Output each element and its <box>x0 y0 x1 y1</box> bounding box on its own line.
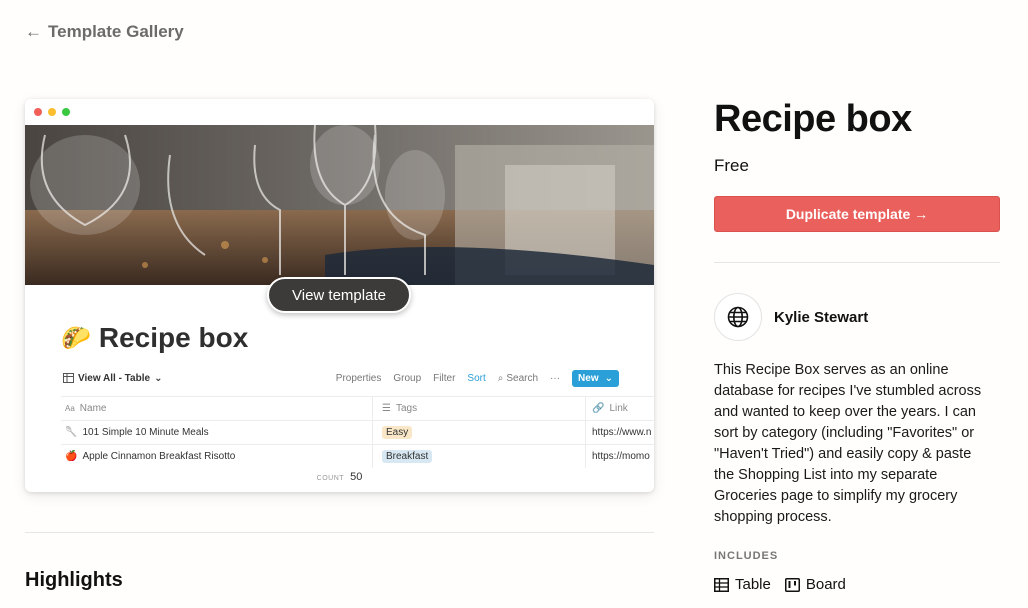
column-header-tags[interactable]: Tags <box>396 403 417 414</box>
chevron-down-icon: ⌄ <box>604 372 613 384</box>
author-name[interactable]: Kylie Stewart <box>774 309 868 326</box>
table-icon <box>714 577 729 592</box>
section-divider <box>25 532 654 533</box>
globe-icon <box>714 293 762 341</box>
row-emoji-icon: 🍎 <box>65 451 78 462</box>
view-selector[interactable]: View All - Table ⌄ <box>63 373 162 384</box>
link-property-icon: 🔗 <box>592 403 605 414</box>
cover-image <box>25 125 654 285</box>
includes-item-board: Board <box>784 576 846 593</box>
view-template-button[interactable]: View template <box>267 277 411 313</box>
template-description: This Recipe Box serves as an online data… <box>714 362 982 525</box>
maximize-dot-icon <box>62 108 70 116</box>
includes-item-label: Board <box>805 576 846 593</box>
row-emoji-icon: 🥄 <box>65 427 78 438</box>
includes-list: Table Board <box>714 576 846 593</box>
author-info[interactable]: Kylie Stewart <box>714 293 868 341</box>
count-value: 50 <box>350 471 363 483</box>
template-title: Recipe box <box>714 98 912 140</box>
search-button[interactable]: ⌕ Search <box>498 373 538 384</box>
tag-badge: Easy <box>382 426 413 439</box>
group-button[interactable]: Group <box>393 373 421 384</box>
text-property-icon: Aa <box>65 404 75 413</box>
includes-item-label: Table <box>735 576 771 593</box>
back-label: Template Gallery <box>48 22 184 41</box>
sort-button[interactable]: Sort <box>467 373 485 384</box>
close-dot-icon <box>34 108 42 116</box>
database-toolbar: View All - Table ⌄ Properties Group Filt… <box>63 368 619 388</box>
row-name: Apple Cinnamon Breakfast Risotto <box>82 451 236 462</box>
row-count: COUNT 50 <box>25 471 654 483</box>
detail-divider <box>714 262 1000 263</box>
row-link[interactable]: https://www.n <box>592 427 651 438</box>
includes-item-table: Table <box>714 576 771 593</box>
table-header-row: Aa Name ☰ Tags 🔗 Link <box>61 396 654 420</box>
view-selector-label: View All - Table <box>78 372 151 384</box>
tag-badge: Breakfast <box>382 450 433 463</box>
table-row[interactable]: 🥄 101 Simple 10 Minute Meals Easy https:/… <box>61 420 654 444</box>
column-header-name[interactable]: Name <box>80 403 107 414</box>
minimize-dot-icon <box>48 108 56 116</box>
preview-page-title-text: Recipe box <box>98 322 249 353</box>
back-to-gallery-link[interactable]: ← Template Gallery <box>25 22 184 42</box>
taco-icon: 🌮 <box>61 324 91 352</box>
table-icon <box>63 373 74 383</box>
board-icon <box>784 577 800 592</box>
count-label: COUNT <box>316 475 345 482</box>
filter-button[interactable]: Filter <box>433 373 455 384</box>
highlights-heading: Highlights <box>25 569 123 591</box>
properties-button[interactable]: Properties <box>336 373 382 384</box>
more-options-button[interactable]: ··· <box>550 373 560 384</box>
list-property-icon: ☰ <box>382 403 391 414</box>
template-preview-card[interactable]: View template 🌮 Recipe box View All - Ta… <box>25 99 654 492</box>
duplicate-template-button[interactable]: Duplicate template → <box>714 196 1000 232</box>
new-button[interactable]: New ⌄ <box>572 369 619 387</box>
database-table: Aa Name ☰ Tags 🔗 Link 🥄 101 Simple 10 Minute… <box>61 396 654 468</box>
template-price: Free <box>714 156 749 175</box>
preview-page-title: 🌮 Recipe box <box>61 322 248 354</box>
search-icon: ⌕ <box>497 372 504 384</box>
new-label: New <box>578 372 599 384</box>
arrow-left-icon: ← <box>25 22 42 41</box>
search-label: Search <box>506 372 539 384</box>
row-name: 101 Simple 10 Minute Meals <box>82 427 209 438</box>
column-header-link[interactable]: Link <box>609 403 627 414</box>
chevron-down-icon: ⌄ <box>154 372 163 384</box>
table-row[interactable]: 🍎 Apple Cinnamon Breakfast Risotto Breakf… <box>61 444 654 468</box>
includes-label: INCLUDES <box>714 550 779 562</box>
row-link[interactable]: https://momo <box>592 451 650 462</box>
window-titlebar <box>25 99 654 125</box>
